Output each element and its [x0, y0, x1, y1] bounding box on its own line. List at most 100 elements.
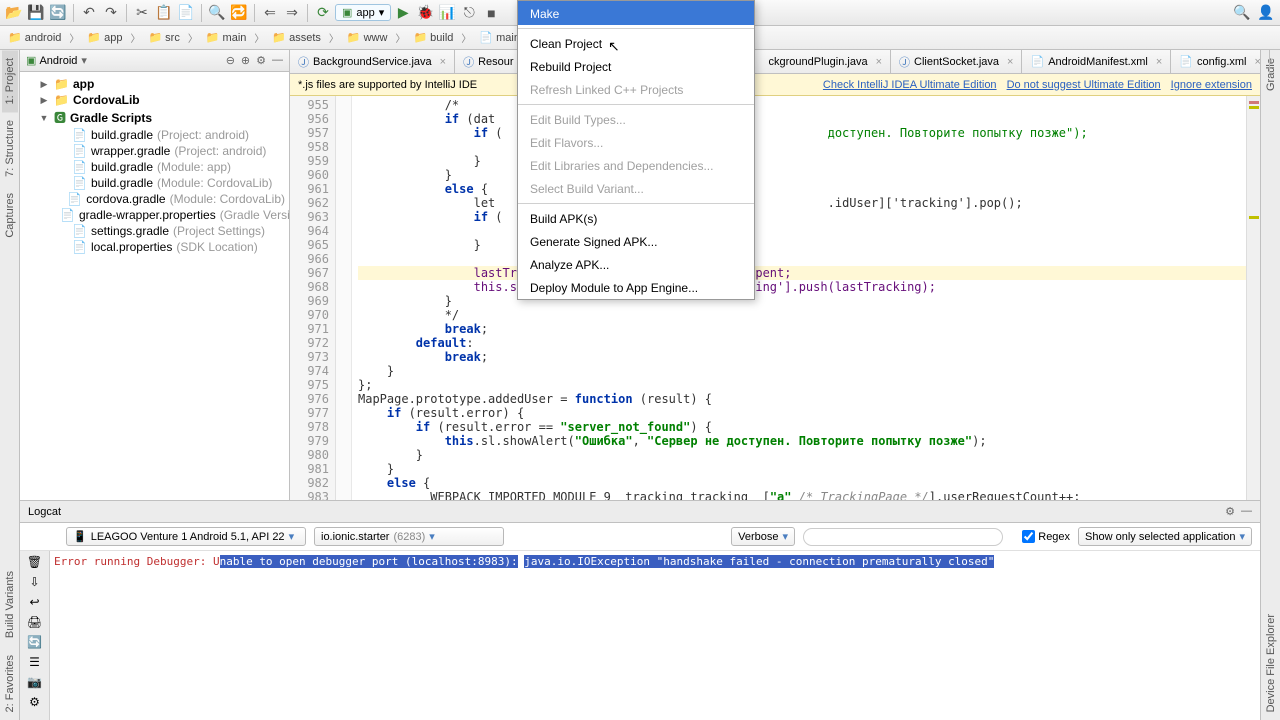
tab-background-plugin[interactable]: ckgroundPlugin.java×: [761, 50, 892, 73]
close-icon[interactable]: ×: [876, 56, 882, 68]
paste-icon[interactable]: 📄: [176, 3, 196, 23]
wrap-icon[interactable]: ↩: [29, 595, 39, 609]
tree-item[interactable]: 📄local.properties (SDK Location): [20, 239, 289, 255]
restart-icon[interactable]: 🔄: [27, 635, 42, 649]
open-icon[interactable]: 📂: [4, 3, 24, 23]
layers-icon[interactable]: ☰: [29, 655, 40, 669]
build-icon[interactable]: ⟳: [313, 3, 333, 23]
menu-make[interactable]: Make: [518, 1, 754, 25]
rail-build-variants[interactable]: Build Variants: [2, 563, 18, 646]
editor-area: ⒿBackgroundService.java× ⒿResour ckgroun…: [290, 50, 1260, 500]
tab-background-service[interactable]: ⒿBackgroundService.java×: [290, 50, 455, 73]
regex-checkbox[interactable]: Regex: [1022, 530, 1070, 543]
copy-icon[interactable]: 📋: [154, 3, 174, 23]
tree-item[interactable]: 📄build.gradle (Module: CordovaLib): [20, 175, 289, 191]
log-scope-dropdown[interactable]: Show only selected application ▾: [1078, 527, 1252, 546]
chevron-down-icon: ▾: [429, 530, 435, 543]
rail-structure[interactable]: 7: Structure: [2, 112, 18, 185]
stop-icon[interactable]: ■: [481, 3, 501, 23]
log-search[interactable]: [803, 528, 1014, 546]
crumb-main[interactable]: 📁main: [202, 30, 251, 45]
rail-project[interactable]: 1: Project: [2, 50, 18, 112]
menu-generate-signed-apk[interactable]: Generate Signed APK...: [518, 230, 754, 253]
close-icon[interactable]: ×: [1007, 56, 1013, 68]
save-icon[interactable]: 💾: [26, 3, 46, 23]
right-rail: Gradle Device File Explorer: [1260, 50, 1280, 720]
replace-icon[interactable]: 🔁: [229, 3, 249, 23]
chevron-down-icon: ▾: [289, 530, 295, 543]
crumb-build[interactable]: 📁build: [409, 30, 457, 45]
rail-captures[interactable]: Captures: [2, 185, 18, 246]
clear-icon[interactable]: 🗑: [27, 555, 42, 569]
close-icon[interactable]: ×: [1255, 56, 1261, 68]
code-editor[interactable]: 9559569579589599609619629639649659669679…: [290, 96, 1260, 500]
menu-analyze-apk[interactable]: Analyze APK...: [518, 253, 754, 276]
rail-favorites[interactable]: 2: Favorites: [2, 647, 18, 720]
tree-app[interactable]: ▶📁app: [20, 76, 289, 92]
run-icon[interactable]: ▶: [393, 3, 413, 23]
collapse-icon[interactable]: ⊖: [226, 54, 235, 67]
crumb-src[interactable]: 📁src: [144, 30, 183, 45]
editor-scrollbar[interactable]: [1246, 96, 1260, 500]
rail-device-explorer[interactable]: Device File Explorer: [1263, 606, 1279, 720]
hide-icon[interactable]: —: [272, 54, 283, 67]
code-content[interactable]: /* if (dat if ( доступен. Повторите попы…: [352, 96, 1260, 500]
crumb-assets[interactable]: 📁assets: [268, 30, 325, 45]
crumb-www[interactable]: 📁www: [343, 30, 392, 45]
link-check-ultimate[interactable]: Check IntelliJ IDEA Ultimate Edition: [823, 79, 997, 91]
tab-manifest[interactable]: 📄AndroidManifest.xml×: [1022, 50, 1171, 73]
undo-icon[interactable]: ↶: [79, 3, 99, 23]
link-no-suggest[interactable]: Do not suggest Ultimate Edition: [1007, 79, 1161, 91]
sync-icon[interactable]: 🔄: [48, 3, 68, 23]
target-icon[interactable]: ⊕: [241, 54, 250, 67]
hide-icon[interactable]: —: [1241, 505, 1252, 518]
project-tree: ▶📁app ▶📁CordovaLib ▼🅶Gradle Scripts 📄bui…: [20, 72, 289, 259]
gear-icon[interactable]: ⚙: [1225, 505, 1235, 518]
gear-icon[interactable]: ⚙: [256, 54, 266, 67]
process-dropdown[interactable]: io.ionic.starter (6283) ▾: [314, 527, 504, 546]
find-icon[interactable]: 🔍: [207, 3, 227, 23]
menu-build-apk[interactable]: Build APK(s): [518, 207, 754, 230]
chevron-down-icon: ▾: [783, 530, 789, 543]
user-icon[interactable]: 👤: [1256, 3, 1276, 23]
device-dropdown[interactable]: 📱 LEAGOO Venture 1 Android 5.1, API 22 ▾: [66, 527, 306, 546]
chevron-down-icon[interactable]: ▾: [81, 54, 87, 67]
scroll-icon[interactable]: ⇩: [29, 575, 39, 589]
close-icon[interactable]: ×: [1156, 56, 1162, 68]
logcat-toolbar: 📱 LEAGOO Venture 1 Android 5.1, API 22 ▾…: [20, 523, 1260, 551]
log-search-input[interactable]: [803, 528, 1003, 546]
tree-gradle-scripts[interactable]: ▼🅶Gradle Scripts: [20, 108, 289, 127]
camera-icon[interactable]: 📷: [27, 675, 42, 689]
crumb-android[interactable]: 📁android: [4, 30, 65, 45]
tree-cordovalib[interactable]: ▶📁CordovaLib: [20, 92, 289, 108]
project-view-label[interactable]: Android: [39, 55, 77, 67]
crumb-app[interactable]: 📁app: [83, 30, 126, 45]
tree-item[interactable]: 📄settings.gradle (Project Settings): [20, 223, 289, 239]
redo-icon[interactable]: ↷: [101, 3, 121, 23]
search-icon[interactable]: 🔍: [1232, 3, 1252, 23]
tree-item[interactable]: 📄build.gradle (Project: android): [20, 127, 289, 143]
tree-item[interactable]: 📄build.gradle (Module: app): [20, 159, 289, 175]
back-icon[interactable]: ⇐: [260, 3, 280, 23]
menu-rebuild-project[interactable]: Rebuild Project: [518, 55, 754, 78]
menu-deploy-app-engine[interactable]: Deploy Module to App Engine...: [518, 276, 754, 299]
menu-clean-project[interactable]: Clean Project: [518, 32, 754, 55]
profile-icon[interactable]: 📊: [437, 3, 457, 23]
debug-icon[interactable]: 🐞: [415, 3, 435, 23]
cut-icon[interactable]: ✂: [132, 3, 152, 23]
close-icon[interactable]: ×: [440, 56, 446, 68]
tree-item[interactable]: 📄cordova.gradle (Module: CordovaLib): [20, 191, 289, 207]
gear-icon[interactable]: ⚙: [29, 695, 40, 709]
print-icon[interactable]: 🖨: [27, 615, 42, 629]
tree-item[interactable]: 📄gradle-wrapper.properties (Gradle Versi…: [20, 207, 289, 223]
log-output[interactable]: Error running Debugger: Unable to open d…: [50, 551, 1260, 720]
link-ignore-ext[interactable]: Ignore extension: [1171, 79, 1252, 91]
forward-icon[interactable]: ⇒: [282, 3, 302, 23]
tab-config[interactable]: 📄config.xml×: [1171, 50, 1270, 73]
tab-resource[interactable]: ⒿResour: [455, 50, 522, 73]
tab-client-socket[interactable]: ⒿClientSocket.java×: [891, 50, 1022, 73]
attach-icon[interactable]: ⎋: [459, 3, 479, 23]
tree-item[interactable]: 📄wrapper.gradle (Project: android): [20, 143, 289, 159]
log-level-dropdown[interactable]: Verbose ▾: [731, 527, 795, 546]
run-config-dropdown[interactable]: ▣ app ▾: [335, 4, 391, 21]
